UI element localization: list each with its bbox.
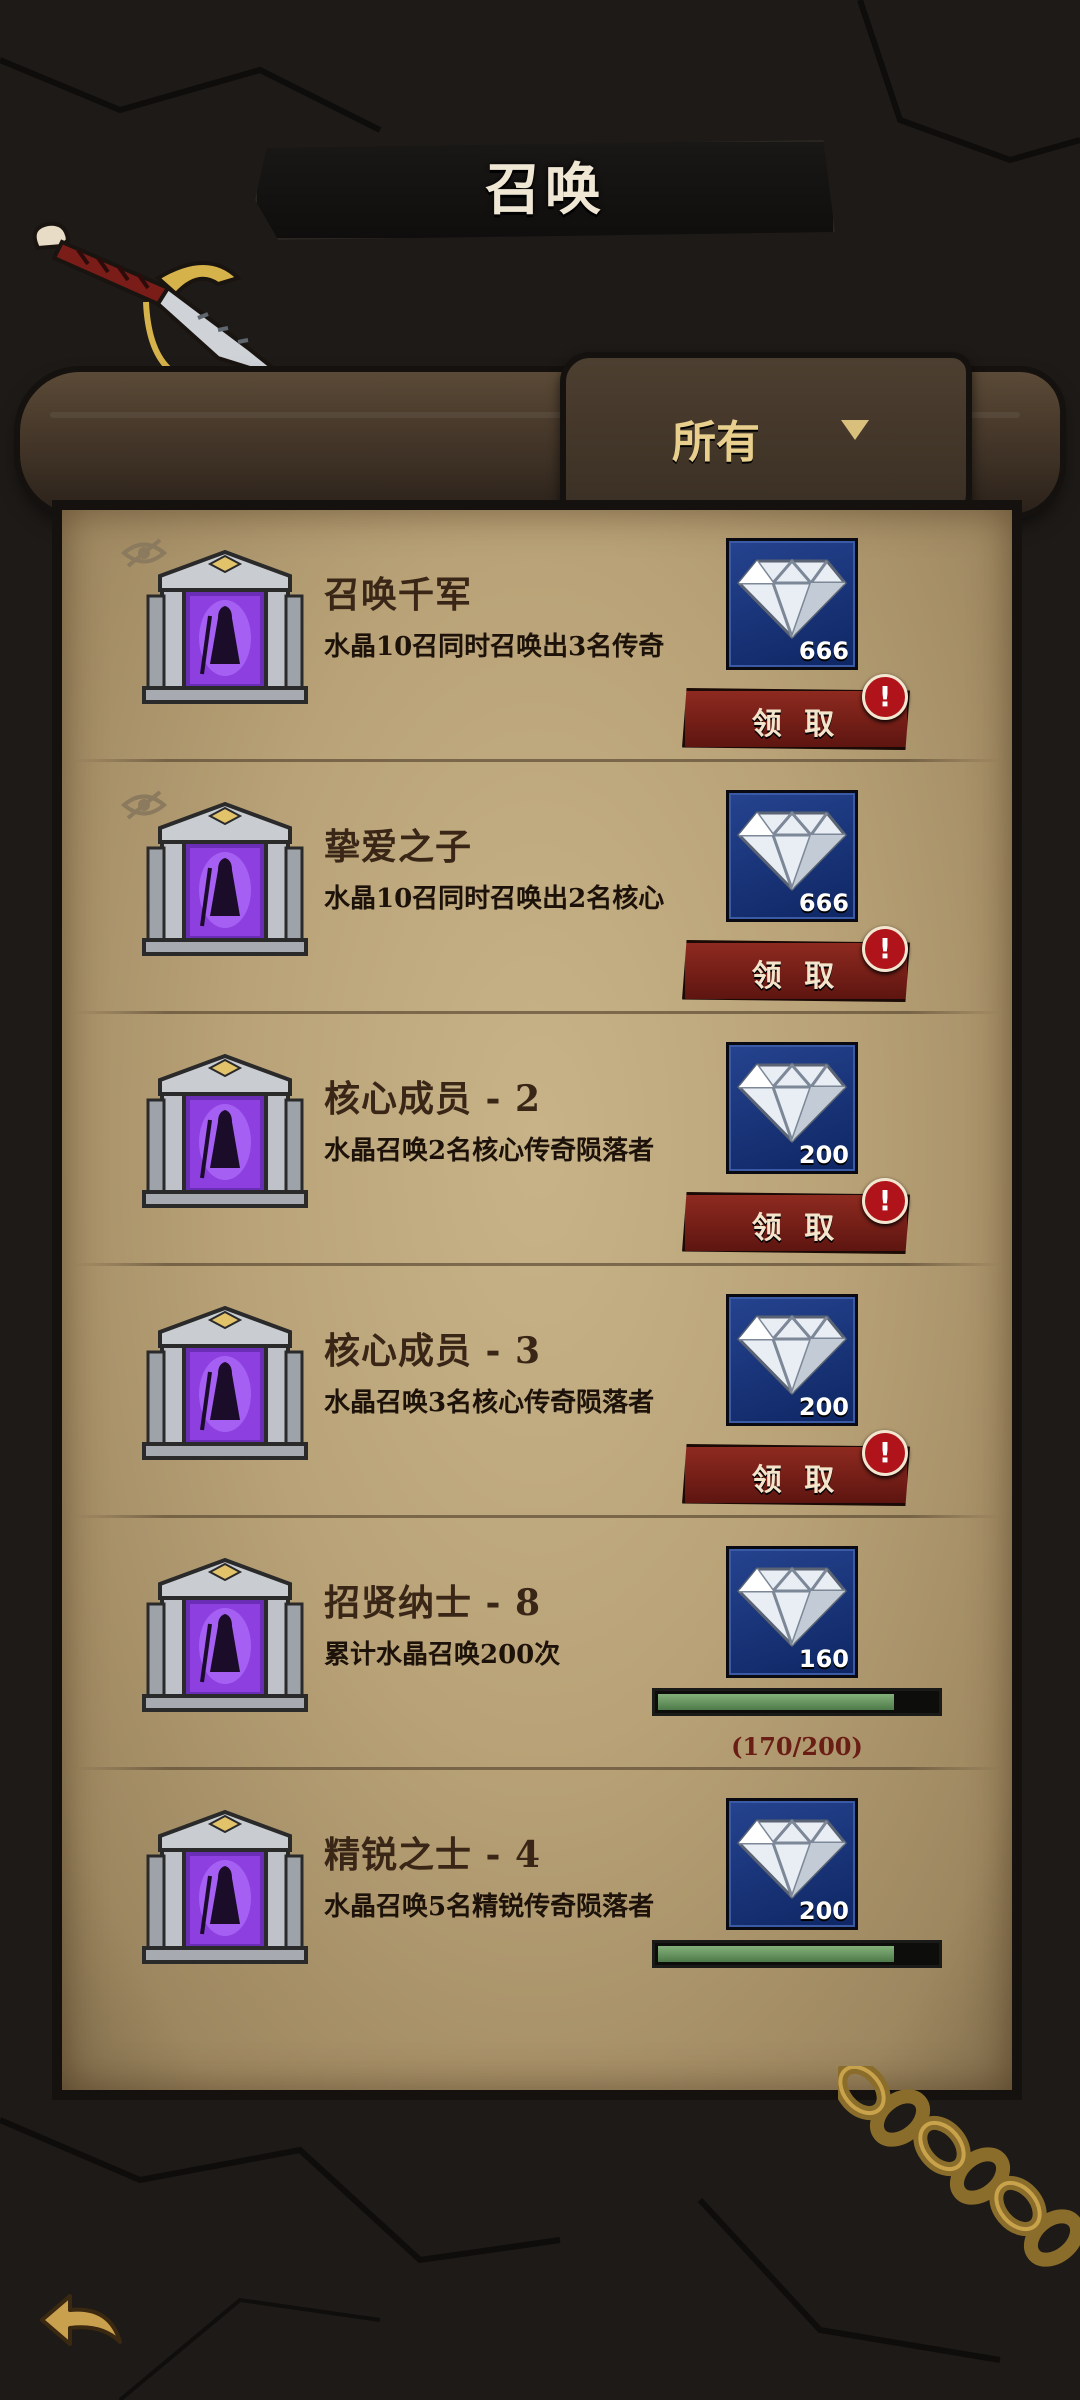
page-title: 召唤 bbox=[485, 157, 605, 223]
back-arrow-icon[interactable] bbox=[36, 2290, 126, 2360]
progress-bar-fill bbox=[658, 1946, 894, 1962]
filter-dropdown-label: 所有 bbox=[672, 417, 760, 468]
quest-description: 水晶召唤2名核心传奇陨落者 bbox=[324, 1136, 655, 1166]
quest-row-2: 挚爱之子 水晶10召同时召唤出2名核心 666 领 取! bbox=[62, 762, 1012, 1014]
quest-row-3: 核心成员 - 2 水晶召唤2名核心传奇陨落者 200 领 取! bbox=[62, 1014, 1012, 1266]
crystal-reward[interactable]: 666 bbox=[726, 538, 858, 670]
quest-description: 水晶10召同时召唤出3名传奇 bbox=[324, 632, 665, 662]
alert-badge-icon: ! bbox=[862, 1430, 908, 1476]
quest-title: 招贤纳士 - 8 bbox=[324, 1582, 542, 1624]
quest-title: 精锐之士 - 4 bbox=[324, 1834, 542, 1876]
quest-row-6: 精锐之士 - 4 水晶召唤5名精锐传奇陨落者 200 bbox=[62, 1770, 1012, 2022]
reward-count: 160 bbox=[798, 1645, 849, 1673]
quest-description: 水晶10召同时召唤出2名核心 bbox=[324, 884, 665, 914]
summon-portal-icon bbox=[142, 801, 308, 956]
diamond-icon bbox=[737, 810, 847, 892]
quest-list[interactable]: 召唤千军 水晶10召同时召唤出3名传奇 666 领 取! 挚爱之子 水晶10召同… bbox=[62, 510, 1012, 2090]
diamond-icon bbox=[737, 1818, 847, 1900]
filter-dropdown[interactable]: 所有 bbox=[560, 352, 972, 524]
diamond-icon bbox=[737, 1062, 847, 1144]
quest-row-4: 核心成员 - 3 水晶召唤3名核心传奇陨落者 200 领 取! bbox=[62, 1266, 1012, 1518]
progress-bar bbox=[652, 1940, 942, 1968]
summon-portal-icon bbox=[142, 1557, 308, 1712]
progress-bar bbox=[652, 1688, 942, 1716]
reward-count: 200 bbox=[798, 1897, 849, 1925]
crystal-reward[interactable]: 666 bbox=[726, 790, 858, 922]
quest-row-1: 召唤千军 水晶10召同时召唤出3名传奇 666 领 取! bbox=[62, 510, 1012, 762]
diamond-icon bbox=[737, 1566, 847, 1648]
progress-text: (170/200) bbox=[731, 1732, 863, 1761]
quest-description: 累计水晶召唤200次 bbox=[324, 1640, 561, 1670]
diamond-icon bbox=[737, 558, 847, 640]
diamond-icon bbox=[737, 1314, 847, 1396]
quest-title: 挚爱之子 bbox=[324, 826, 473, 868]
chevron-down-icon bbox=[841, 420, 869, 440]
quest-description: 水晶召唤3名核心传奇陨落者 bbox=[324, 1388, 655, 1418]
quest-title: 核心成员 - 2 bbox=[324, 1078, 542, 1120]
progress-bar-fill bbox=[658, 1694, 894, 1710]
chain-icon bbox=[838, 2066, 1080, 2267]
summon-portal-icon bbox=[142, 1305, 308, 1460]
summon-portal-icon bbox=[142, 1053, 308, 1208]
quest-row-5: 招贤纳士 - 8 累计水晶召唤200次 160 (170/200) bbox=[62, 1518, 1012, 1770]
crystal-reward[interactable]: 200 bbox=[726, 1042, 858, 1174]
crystal-reward[interactable]: 200 bbox=[726, 1798, 858, 1930]
crystal-reward[interactable]: 200 bbox=[726, 1294, 858, 1426]
alert-badge-icon: ! bbox=[862, 1178, 908, 1224]
reward-count: 666 bbox=[798, 889, 849, 917]
quest-title: 核心成员 - 3 bbox=[324, 1330, 542, 1372]
summon-portal-icon bbox=[142, 549, 308, 704]
crystal-reward[interactable]: 160 bbox=[726, 1546, 858, 1678]
summon-portal-icon bbox=[142, 1809, 308, 1964]
alert-badge-icon: ! bbox=[862, 926, 908, 972]
reward-count: 200 bbox=[798, 1141, 849, 1169]
dagger-icon bbox=[32, 221, 290, 382]
alert-badge-icon: ! bbox=[862, 674, 908, 720]
reward-count: 200 bbox=[798, 1393, 849, 1421]
reward-count: 666 bbox=[798, 637, 849, 665]
quest-title: 召唤千军 bbox=[324, 574, 473, 616]
quest-description: 水晶召唤5名精锐传奇陨落者 bbox=[324, 1892, 655, 1922]
